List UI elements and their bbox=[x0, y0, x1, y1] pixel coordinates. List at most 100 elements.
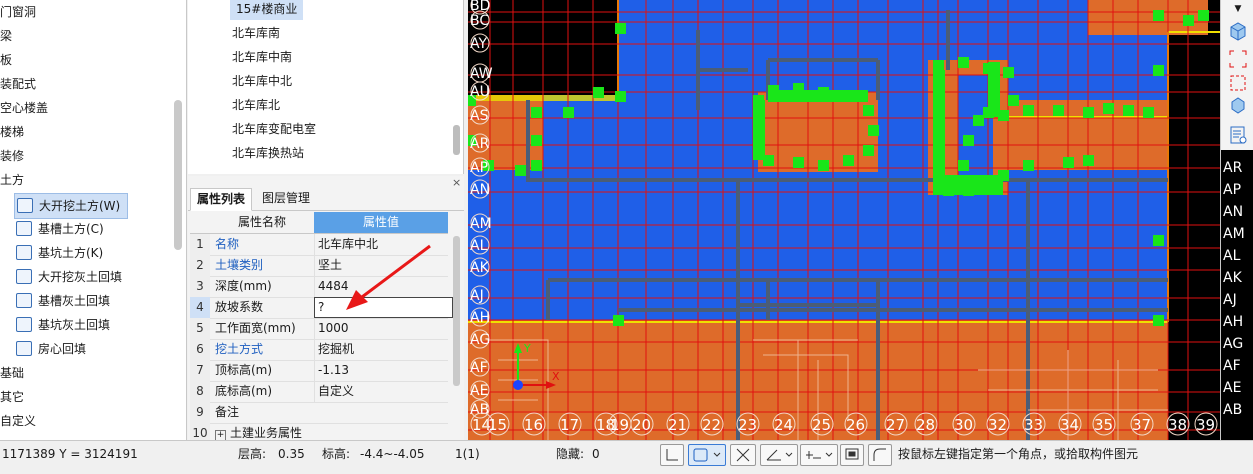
layer-list-icon[interactable] bbox=[1227, 124, 1249, 146]
tree-item[interactable]: 装修 bbox=[0, 144, 24, 168]
cross-snap-icon[interactable] bbox=[730, 444, 756, 466]
property-row[interactable]: 9 备注 bbox=[190, 402, 448, 424]
cad-regions bbox=[468, 0, 1220, 440]
axis-label: AK bbox=[1223, 270, 1243, 286]
tree-item-label: 基槽土方(C) bbox=[38, 222, 104, 236]
tab-property-list[interactable]: 属性列表 bbox=[190, 188, 253, 211]
property-row[interactable]: 3 深度(mm) 4484 bbox=[190, 276, 448, 298]
axis-label: AL bbox=[470, 238, 488, 254]
display-settings-icon[interactable] bbox=[840, 444, 864, 466]
expand-icon[interactable]: + bbox=[215, 430, 226, 440]
tree-item[interactable]: 大开挖土方(W) bbox=[14, 193, 128, 219]
property-name-text: 土壤类别 bbox=[215, 258, 264, 272]
tree-item[interactable]: 基槽灰土回填 bbox=[0, 289, 110, 313]
tree-item[interactable]: 门窗洞 bbox=[0, 0, 36, 24]
angle-snap-icon[interactable] bbox=[760, 444, 798, 466]
property-row[interactable]: 5 工作面宽(mm) 1000 bbox=[190, 318, 448, 340]
tree-item-label: 自定义 bbox=[0, 414, 37, 428]
axis-label: 26 bbox=[846, 416, 865, 434]
property-name-text: 土建业务属性 bbox=[230, 426, 303, 440]
property-name-text: 工作面宽(mm) bbox=[215, 321, 296, 335]
property-name[interactable]: 名称 bbox=[212, 234, 315, 255]
property-row[interactable]: 4 放坡系数? bbox=[190, 297, 453, 319]
axis-label: 34 bbox=[1060, 416, 1079, 434]
property-value[interactable]: 自定义 bbox=[314, 381, 452, 402]
property-row[interactable]: 10 + 土建业务属性 bbox=[190, 423, 448, 440]
tree-item[interactable]: 基槽土方(C) bbox=[0, 217, 104, 241]
chevron-down-icon[interactable]: ▼ bbox=[1227, 2, 1249, 16]
property-value-input[interactable]: ? bbox=[314, 297, 453, 318]
property-name-text: 备注 bbox=[215, 405, 240, 419]
component-list-item[interactable]: 15#楼商业 bbox=[230, 0, 304, 20]
zoom-extents-icon[interactable] bbox=[1227, 48, 1249, 70]
cad-canvas[interactable]: Y X BDBCAYAWAUASARAPANAMALAKAJAHAGAFAEAB… bbox=[468, 0, 1220, 440]
row-number: 8 bbox=[190, 381, 210, 402]
tree-item-label: 楼梯 bbox=[0, 125, 25, 139]
tree-item[interactable]: 基坑灰土回填 bbox=[0, 313, 110, 337]
cad-drawing-viewport[interactable]: Y X BD BC AY AW AU AS AR AP AN AM AL AK AJ AH AG AF AE AB… bbox=[468, 0, 1220, 440]
component-list-item[interactable]: 北车库北 bbox=[232, 94, 280, 116]
property-value[interactable]: 坚土 bbox=[314, 255, 452, 276]
tab-layer-manager[interactable]: 图层管理 bbox=[256, 188, 316, 209]
tree-item[interactable]: 其它 bbox=[0, 385, 24, 409]
axis-label: 33 bbox=[1024, 416, 1043, 434]
orthogonal-snap-icon[interactable] bbox=[660, 444, 684, 466]
component-list-item[interactable]: 北车库中南 bbox=[232, 46, 292, 68]
tree-item[interactable]: 装配式 bbox=[0, 72, 36, 96]
tree-item[interactable]: 房心回填 bbox=[0, 337, 86, 361]
property-value[interactable]: 1000 bbox=[314, 318, 452, 339]
tree-item[interactable]: 楼梯 bbox=[0, 120, 24, 144]
3d-box-icon[interactable] bbox=[1227, 20, 1249, 42]
axis-label: AR bbox=[470, 136, 490, 152]
tree-item[interactable]: 基坑土方(K) bbox=[0, 241, 103, 265]
row-number: 2 bbox=[190, 255, 210, 276]
tree-item[interactable]: 梁 bbox=[0, 24, 12, 48]
zoom-window-icon[interactable] bbox=[1227, 72, 1249, 94]
tree-item-label: 装配式 bbox=[0, 77, 37, 91]
rotate-view-icon[interactable] bbox=[1227, 94, 1249, 116]
property-row[interactable]: 8 底标高(m) 自定义 bbox=[190, 381, 448, 403]
component-list-item[interactable]: 北车库中北 bbox=[232, 70, 292, 92]
hidden-label: 隐藏: bbox=[556, 447, 585, 461]
row-number: 6 bbox=[190, 339, 210, 360]
room-backfill-icon bbox=[16, 341, 32, 356]
component-list-item[interactable]: 北车库南 bbox=[232, 22, 280, 44]
property-value[interactable]: 4484 bbox=[314, 276, 452, 297]
floor-height-value: 0.35 bbox=[278, 447, 305, 461]
component-tree: 门窗洞梁板装配式空心楼盖楼梯装修 土方 大开挖土方(W) 基槽土方(C) 基坑土方(K)… bbox=[0, 0, 187, 440]
tree-item[interactable]: 板 bbox=[0, 48, 12, 72]
arc-tool-icon[interactable] bbox=[868, 444, 892, 466]
component-list-item[interactable]: 北车库换热站 bbox=[232, 142, 304, 164]
tree-item-label: 梁 bbox=[0, 29, 13, 43]
axis-label: 16 bbox=[524, 416, 543, 434]
property-panel: 属性列表 图层管理 × 属性名称 属性值 1 名称 北车库中北 2 土壤类别 坚土 3 深度(… bbox=[188, 176, 464, 440]
select-mode-icon[interactable] bbox=[688, 444, 726, 466]
offset-snap-icon[interactable] bbox=[800, 444, 838, 466]
property-name[interactable]: 土壤类别 bbox=[212, 255, 315, 276]
property-value[interactable]: -1.13 bbox=[314, 360, 452, 381]
tree-item[interactable]: 基础 bbox=[0, 361, 24, 385]
floor-height-label: 层高: bbox=[238, 447, 267, 461]
component-list-item[interactable]: 北车库变配电室 bbox=[232, 118, 316, 140]
tree-item[interactable]: 自定义 bbox=[0, 409, 36, 433]
property-name: + 土建业务属性 bbox=[212, 423, 315, 440]
property-scrollbar[interactable] bbox=[453, 236, 460, 386]
tree-item[interactable]: 空心楼盖 bbox=[0, 96, 48, 120]
property-value[interactable]: 北车库中北 bbox=[314, 234, 452, 255]
row-number: 10 bbox=[190, 423, 210, 440]
property-row[interactable]: 7 顶标高(m) -1.13 bbox=[190, 360, 448, 382]
axis-label: AR bbox=[1223, 160, 1243, 176]
tree-item[interactable]: 大开挖灰土回填 bbox=[0, 265, 122, 289]
tree-item[interactable]: 土方 bbox=[0, 168, 24, 192]
property-value[interactable]: 挖掘机 bbox=[314, 339, 452, 360]
tree-scrollbar[interactable] bbox=[174, 100, 182, 250]
trench-backfill-icon bbox=[16, 293, 32, 308]
component-list-scrollbar[interactable] bbox=[453, 125, 460, 155]
property-row[interactable]: 1 名称 北车库中北 bbox=[190, 234, 448, 256]
axis-label: AH bbox=[1223, 314, 1243, 330]
property-row[interactable]: 6 挖土方式 挖掘机 bbox=[190, 339, 448, 361]
property-row[interactable]: 2 土壤类别 坚土 bbox=[190, 255, 448, 277]
axis-label: AM bbox=[1223, 226, 1245, 242]
close-icon[interactable]: × bbox=[452, 176, 461, 189]
property-name[interactable]: 挖土方式 bbox=[212, 339, 315, 360]
